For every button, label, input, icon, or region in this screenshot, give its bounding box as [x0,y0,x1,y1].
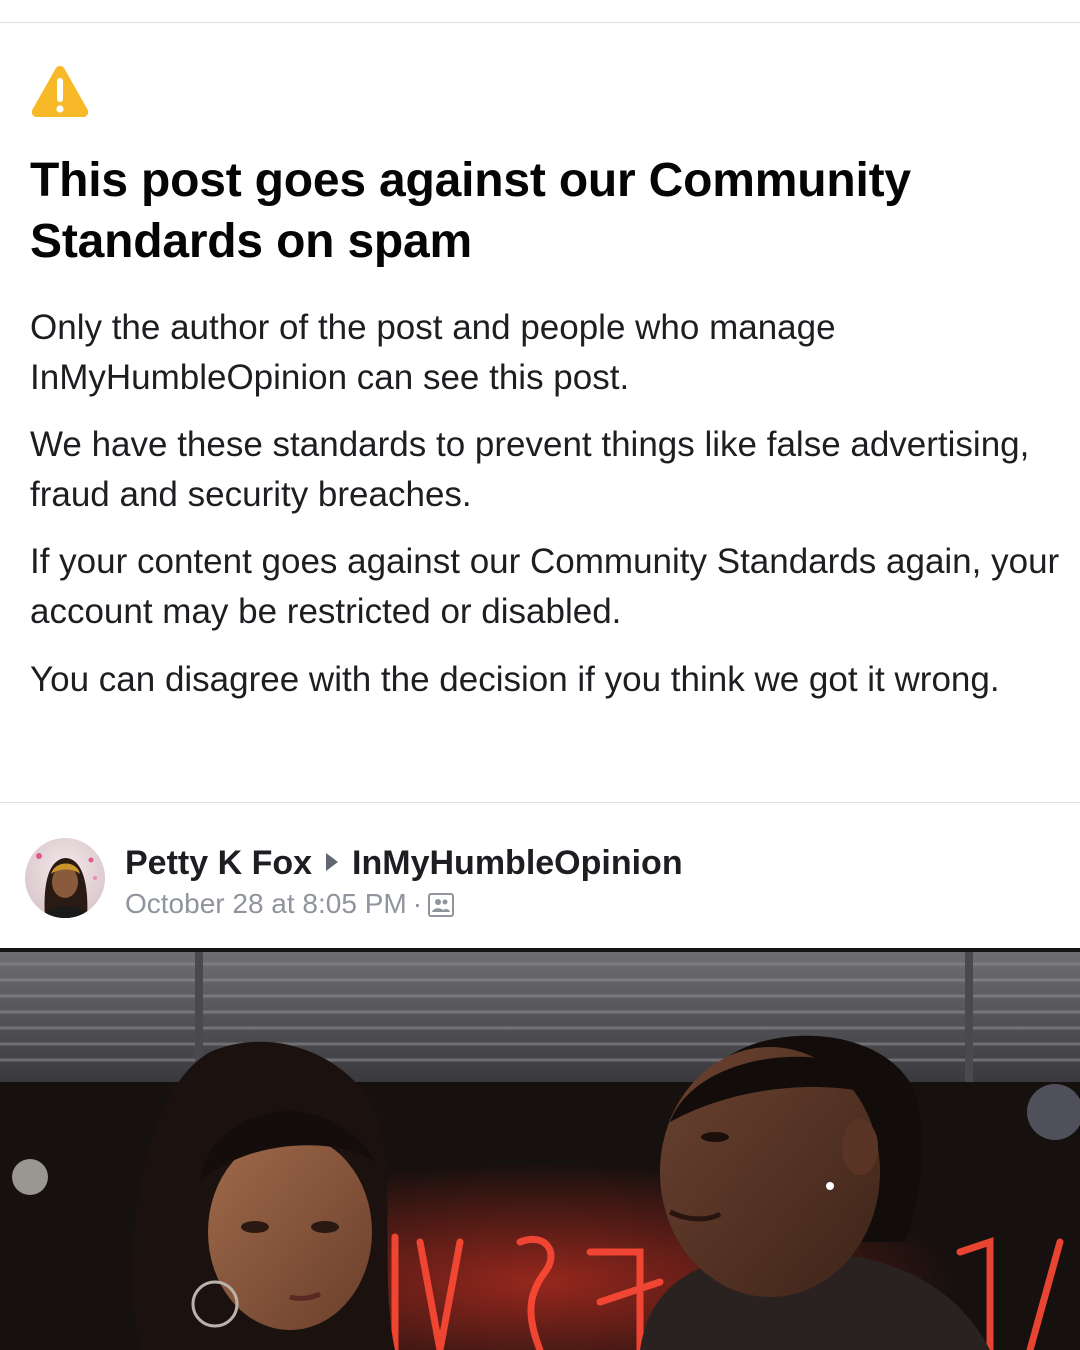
post-photo[interactable] [0,948,1080,1350]
section-divider [0,802,1080,803]
caret-right-icon [326,853,339,871]
notice-title: This post goes against our Community Sta… [30,154,911,268]
notice-paragraph-disagree: You can disagree with the decision if yo… [30,660,1000,699]
post-timestamp[interactable]: October 28 at 8:05 PM [125,888,407,919]
warning-icon [30,64,90,118]
group-members-icon [428,889,455,917]
post-meta: October 28 at 8:05 PM · [125,885,455,923]
notice-paragraph-standards: We have these standards to prevent thing… [30,425,1030,514]
group-name-link[interactable]: InMyHumbleOpinion [352,844,683,882]
notice-paragraph-warning: If your content goes against our Communi… [30,542,1060,631]
post-author-line: Petty K Fox InMyHumbleOpinion [125,841,683,885]
top-divider [0,22,1080,23]
meta-separator: · [412,888,423,919]
author-name-link[interactable]: Petty K Fox [125,844,312,882]
notice-paragraph-visibility: Only the author of the post and people w… [30,308,836,397]
author-avatar[interactable] [25,838,105,918]
